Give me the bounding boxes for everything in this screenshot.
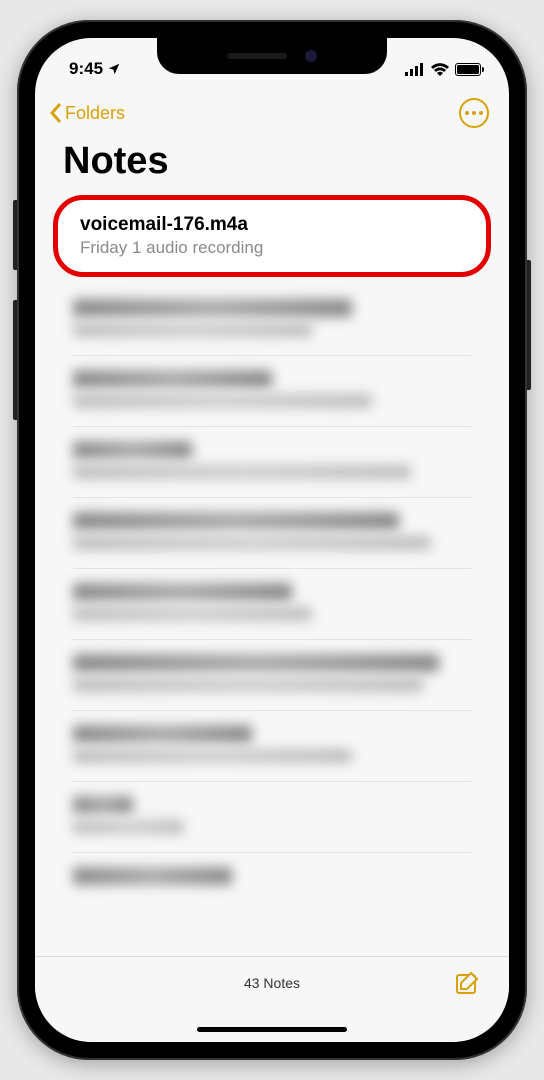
note-row[interactable] — [53, 644, 491, 702]
note-row[interactable] — [53, 786, 491, 844]
back-label: Folders — [65, 103, 125, 124]
note-row[interactable] — [53, 289, 491, 347]
battery-icon — [455, 63, 481, 76]
note-row[interactable] — [53, 502, 491, 560]
phone-frame: 9:45 Folders — [17, 20, 527, 1060]
notch — [157, 38, 387, 74]
back-button[interactable]: Folders — [49, 102, 125, 124]
home-indicator[interactable] — [197, 1027, 347, 1032]
screen: 9:45 Folders — [35, 38, 509, 1042]
note-row[interactable] — [53, 857, 491, 895]
nav-bar: Folders — [35, 88, 509, 134]
compose-button[interactable] — [453, 969, 483, 999]
location-icon — [107, 62, 121, 76]
note-row[interactable] — [53, 360, 491, 418]
note-row[interactable] — [53, 573, 491, 631]
status-time: 9:45 — [69, 59, 103, 79]
note-count-label: 43 Notes — [244, 975, 300, 991]
note-title: voicemail-176.m4a — [80, 214, 464, 236]
bottom-toolbar: 43 Notes — [35, 956, 509, 1042]
page-title: Notes — [35, 134, 509, 195]
more-options-button[interactable] — [459, 98, 489, 128]
note-row[interactable] — [53, 715, 491, 773]
note-subtitle: Friday 1 audio recording — [80, 238, 464, 258]
wifi-icon — [431, 63, 449, 76]
cellular-signal-icon — [405, 63, 425, 76]
notes-list[interactable]: voicemail-176.m4a Friday 1 audio recordi… — [35, 195, 509, 895]
note-row[interactable] — [53, 431, 491, 489]
note-row-highlighted[interactable]: voicemail-176.m4a Friday 1 audio recordi… — [53, 195, 491, 277]
